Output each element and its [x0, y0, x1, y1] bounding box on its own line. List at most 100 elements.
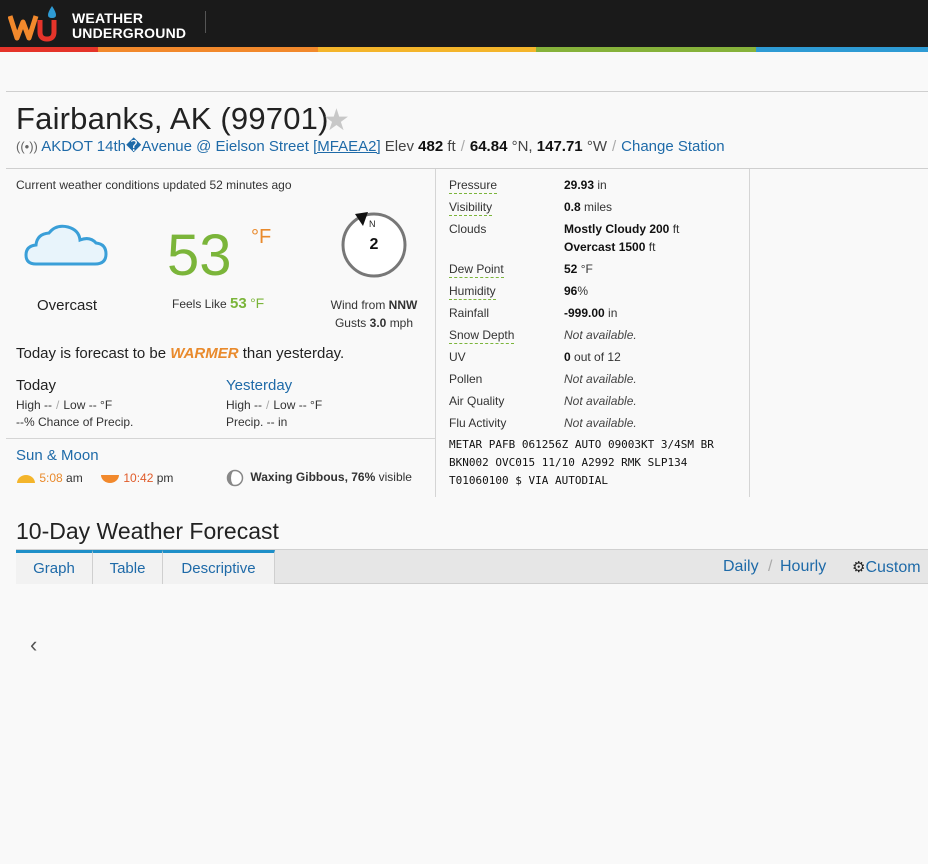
sunrise-time: 5:08: [39, 471, 63, 485]
color-stripe-orange: [98, 47, 318, 52]
favorite-star-icon[interactable]: ★: [323, 103, 350, 138]
yesterday-link[interactable]: Yesterday: [226, 377, 292, 394]
updated-ago: 52 minutes ago: [209, 178, 292, 192]
color-stripe-red: [0, 47, 98, 52]
today-precip: --% Chance of Precip.: [16, 415, 134, 429]
logo-line1: WEATHER: [72, 10, 144, 26]
forecast-highlight: WARMER: [170, 345, 239, 362]
pressure-value: 29.93: [564, 178, 595, 192]
rainfall-unit: in: [608, 306, 618, 320]
yesterday-precip: Precip. -- in: [226, 415, 288, 429]
sunset-icon: [101, 474, 119, 483]
color-stripe-green: [536, 47, 756, 52]
feels-like: Feels Like 53 °F: [172, 295, 264, 312]
longitude-value: 147.71: [536, 138, 583, 155]
clouds-label: Clouds: [449, 222, 487, 236]
air-quality-label: Air Quality: [449, 394, 505, 408]
metar-line-2: BKN002 OVC015 11/10 A2992 RMK SLP134: [449, 456, 688, 469]
wu-logo[interactable]: WEATHER UNDERGROUND: [7, 4, 188, 42]
sun-moon-link[interactable]: Sun & Moon: [16, 447, 99, 464]
tab-descriptive[interactable]: Descriptive: [163, 550, 275, 584]
moon-percent: 76%: [351, 470, 376, 485]
feels-like-value: 53: [230, 295, 247, 312]
wind-from-dir: NNW: [388, 298, 418, 312]
clouds-layer-1-unit: ft: [672, 222, 680, 236]
longitude-unit: °W: [586, 138, 607, 155]
feels-like-label: Feels Like: [172, 297, 227, 311]
gusts-unit: mph: [389, 316, 414, 330]
updated-text: Current weather conditions updated 52 mi…: [16, 178, 292, 192]
sunset-time: 10:42: [123, 471, 154, 485]
uv-suffix: out of 12: [574, 350, 621, 364]
elev-unit: ft: [447, 138, 456, 155]
ten-day-heading: 10-Day Weather Forecast: [16, 518, 279, 544]
sunset: 10:42 pm: [100, 471, 173, 485]
sunset-ampm: pm: [156, 471, 174, 485]
broadcast-icon: ((•)): [16, 139, 38, 154]
dew-point-label[interactable]: Dew Point: [449, 262, 504, 278]
gusts-label: Gusts: [334, 316, 367, 330]
change-station-link[interactable]: Change Station: [621, 138, 724, 155]
flu-activity-label: Flu Activity: [449, 416, 507, 430]
flu-activity-value: Not available.: [564, 416, 637, 430]
clouds-layer-2: Overcast 1500: [564, 240, 646, 254]
divider: [6, 438, 435, 439]
today-low: Low -- °F: [63, 398, 113, 412]
rainfall-label: Rainfall: [449, 306, 490, 320]
rainfall-value: -999.00: [564, 306, 605, 320]
color-stripe-yellow: [318, 47, 536, 52]
chevron-left-icon[interactable]: ‹: [30, 632, 37, 658]
yesterday-low: Low -- °F: [273, 398, 323, 412]
gusts-value: 3.0: [369, 316, 387, 330]
moon-phase: Waxing Gibbous, 76% visible: [226, 469, 412, 487]
pollen-value: Not available.: [564, 372, 637, 386]
elev-label: Elev: [384, 138, 414, 155]
latitude-unit: °N,: [511, 138, 533, 155]
column-divider: [435, 169, 436, 497]
temperature-unit: °F: [251, 226, 272, 248]
customize-label: Custom: [865, 559, 921, 576]
elev-value: 482: [418, 138, 444, 155]
compass-north-label: N: [369, 219, 376, 229]
sunrise-icon: [17, 474, 35, 483]
condition-label: Overcast: [36, 297, 97, 314]
dew-point-value: 52: [564, 262, 578, 276]
customize-button[interactable]: ⚙Custom: [852, 558, 928, 577]
yesterday-high-low: High -- / Low -- °F: [226, 398, 323, 412]
column-divider: [749, 169, 750, 497]
forecast-comparison: Today is forecast to be WARMER than yest…: [16, 345, 344, 362]
snow-depth-label[interactable]: Snow Depth: [449, 328, 515, 344]
moon-phase-name: Waxing Gibbous,: [250, 470, 348, 485]
visibility-label[interactable]: Visibility: [449, 200, 493, 216]
updated-prefix: Current weather conditions updated: [16, 178, 207, 192]
uv-value: 0: [564, 350, 571, 364]
metar-line-3: T01060100 $ VIA AUTODIAL: [449, 474, 608, 487]
station-name-link[interactable]: AKDOT 14th�Avenue @ Eielson Street: [41, 138, 309, 155]
pressure-label[interactable]: Pressure: [449, 178, 498, 194]
wind-from: Wind from NNW: [320, 298, 428, 312]
metar-text: METAR PAFB 061256Z AUTO 09003KT 3/4SM BR…: [449, 436, 739, 490]
gear-icon: ⚙: [852, 559, 866, 576]
wind-speed: 2: [369, 236, 379, 253]
hourly-link[interactable]: Hourly: [780, 558, 826, 576]
page-title: Fairbanks, AK (99701): [16, 101, 329, 136]
daily-link[interactable]: Daily: [723, 558, 759, 576]
humidity-value: 96: [564, 284, 578, 298]
visibility-unit: miles: [584, 200, 613, 214]
cloud-icon: [24, 224, 108, 266]
current-temperature: 53: [167, 223, 232, 288]
pressure-unit: in: [597, 178, 607, 192]
today-heading: Today: [16, 377, 57, 394]
tab-graph[interactable]: Graph: [16, 550, 93, 584]
station-id-link[interactable]: [MFAEA2]: [313, 138, 381, 155]
yesterday-high: High --: [226, 398, 263, 412]
metar-line-1: METAR PAFB 061256Z AUTO 09003KT 3/4SM BR: [449, 438, 714, 451]
visibility-value: 0.8: [564, 200, 581, 214]
divider: [6, 91, 928, 92]
moon-icon: [226, 469, 244, 487]
humidity-label[interactable]: Humidity: [449, 284, 496, 300]
snow-depth-value: Not available.: [564, 328, 637, 342]
wu-logo-icon: [7, 6, 57, 42]
clouds-layer-1: Mostly Cloudy 200: [564, 222, 670, 236]
tab-table[interactable]: Table: [93, 550, 163, 584]
